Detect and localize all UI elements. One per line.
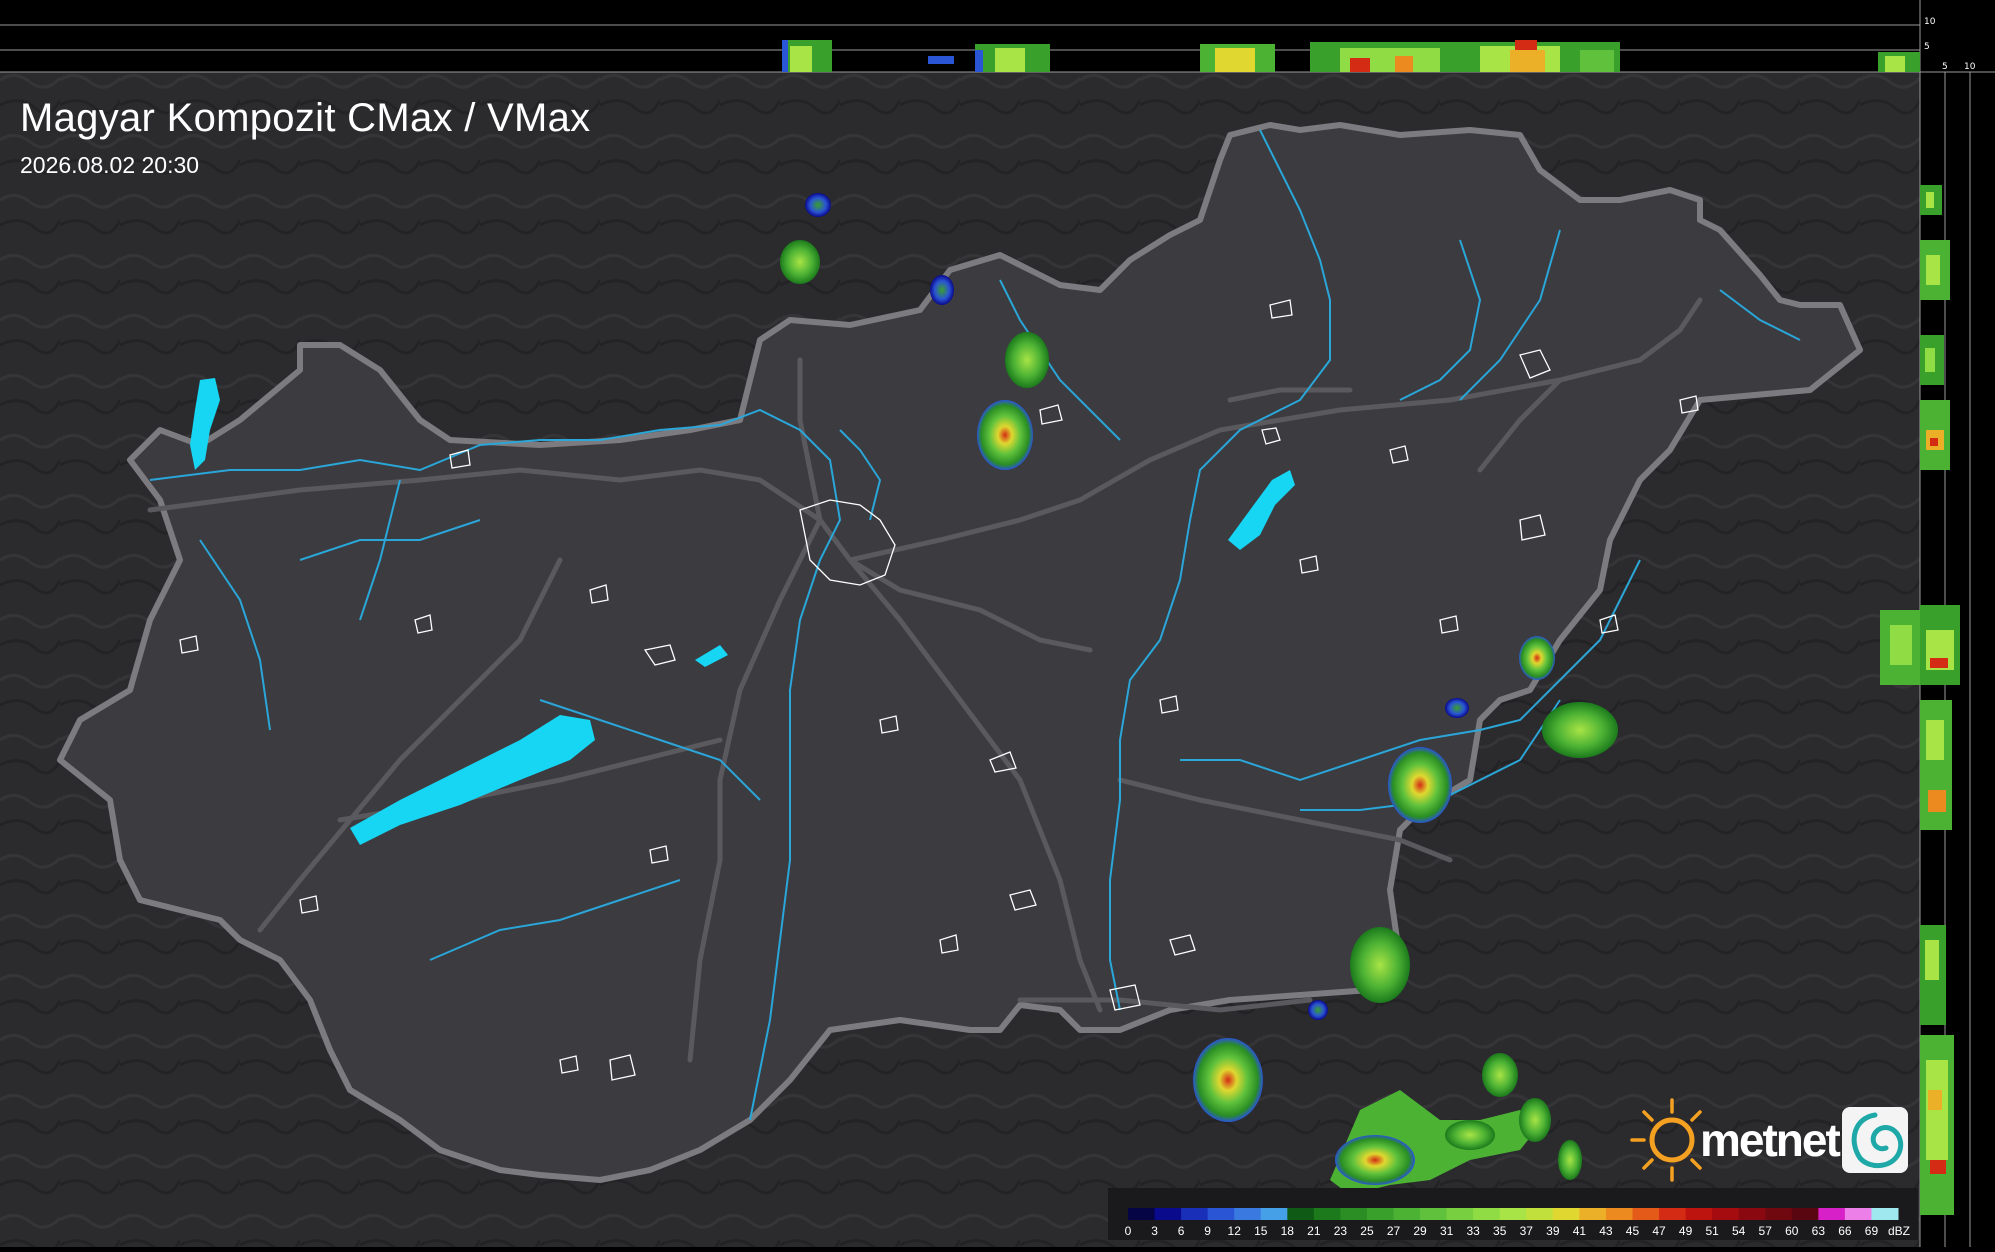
legend-swatch — [1287, 1208, 1315, 1220]
legend-level-label: 66 — [1838, 1224, 1852, 1238]
legend-level-label: 23 — [1334, 1224, 1348, 1238]
legend-swatch — [1712, 1208, 1740, 1220]
legend-level-label: 12 — [1228, 1224, 1242, 1238]
legend-swatch — [1366, 1208, 1395, 1220]
legend-swatch — [1605, 1208, 1633, 1220]
legend-swatch — [1420, 1208, 1448, 1220]
legend-unit-label: dBZ — [1888, 1224, 1910, 1238]
legend-level-label: 51 — [1705, 1224, 1719, 1238]
legend-level-label: 45 — [1626, 1224, 1640, 1238]
legend-level-label: 6 — [1178, 1224, 1185, 1238]
legend-swatch — [1473, 1208, 1501, 1220]
legend-swatch — [1154, 1208, 1182, 1220]
legend-level-label: 3 — [1151, 1224, 1158, 1238]
legend-level-label: 35 — [1493, 1224, 1507, 1238]
legend-level-label: 18 — [1281, 1224, 1295, 1238]
legend-swatch — [1340, 1208, 1368, 1220]
legend-level-label: 27 — [1387, 1224, 1401, 1238]
legend-swatch — [1552, 1208, 1580, 1220]
legend-swatch — [1128, 1208, 1156, 1220]
legend-swatch — [1579, 1208, 1607, 1220]
legend-swatch — [1181, 1208, 1209, 1220]
legend-swatch — [1526, 1208, 1554, 1220]
legend-swatch — [1234, 1208, 1262, 1220]
map-canvas: 10 5 5 10 0 3 6 9 12 15 18 21 23 25 27 2… — [0, 0, 1995, 1247]
legend-level-label: 41 — [1573, 1224, 1587, 1238]
legend-level-label: 31 — [1440, 1224, 1454, 1238]
legend-swatch — [1685, 1208, 1713, 1220]
legend-swatch — [1659, 1208, 1687, 1220]
legend-swatch — [1791, 1208, 1819, 1220]
legend-level-label: 0 — [1125, 1224, 1132, 1238]
legend-level-label: 60 — [1785, 1224, 1799, 1238]
legend-swatch — [1765, 1208, 1793, 1220]
legend-level-label: 9 — [1204, 1224, 1211, 1238]
map-title: Magyar Kompozit CMax / VMax — [20, 96, 591, 140]
legend-swatch — [1499, 1208, 1527, 1220]
legend-swatch — [1738, 1208, 1766, 1220]
legend-level-label: 37 — [1520, 1224, 1534, 1238]
legend-level-label: 69 — [1865, 1224, 1879, 1238]
legend-level-label: 57 — [1759, 1224, 1773, 1238]
legend-level-label: 15 — [1254, 1224, 1268, 1238]
legend-level-label: 49 — [1679, 1224, 1693, 1238]
right-scale-label-5: 5 — [1942, 62, 1948, 72]
legend-swatch — [1393, 1208, 1421, 1220]
legend-swatch — [1818, 1208, 1846, 1220]
right-scale-label-10: 10 — [1964, 62, 1976, 72]
legend-level-label: 47 — [1652, 1224, 1666, 1238]
radar-map-stage: 10 5 5 10 0 3 6 9 12 15 18 21 23 25 27 2… — [0, 0, 1995, 1247]
legend-level-label: 33 — [1466, 1224, 1480, 1238]
legend-swatch — [1313, 1208, 1341, 1220]
legend-level-label: 63 — [1812, 1224, 1826, 1238]
legend-level-label: 21 — [1307, 1224, 1321, 1238]
legend-swatch — [1446, 1208, 1474, 1220]
legend-swatch — [1260, 1208, 1288, 1220]
top-scale-label-5: 5 — [1924, 42, 1930, 52]
map-timestamp: 2026.08.02 20:30 — [20, 152, 200, 178]
legend-level-label: 43 — [1599, 1224, 1613, 1238]
legend-level-label: 39 — [1546, 1224, 1560, 1238]
legend-swatch — [1871, 1208, 1899, 1220]
legend-level-label: 54 — [1732, 1224, 1746, 1238]
legend-swatch — [1632, 1208, 1660, 1220]
legend-swatch — [1844, 1208, 1872, 1220]
dbz-legend: 0 3 6 9 12 15 18 21 23 25 27 29 31 33 35 37 39 41 43 45 47 49… — [1108, 1188, 1918, 1240]
top-profile-panel — [0, 0, 1920, 72]
legend-level-label: 29 — [1413, 1224, 1427, 1238]
brand-name: metnet — [1700, 1114, 1840, 1166]
legend-swatch — [1207, 1208, 1235, 1220]
top-scale-label-10: 10 — [1924, 17, 1936, 27]
legend-level-label: 25 — [1360, 1224, 1374, 1238]
